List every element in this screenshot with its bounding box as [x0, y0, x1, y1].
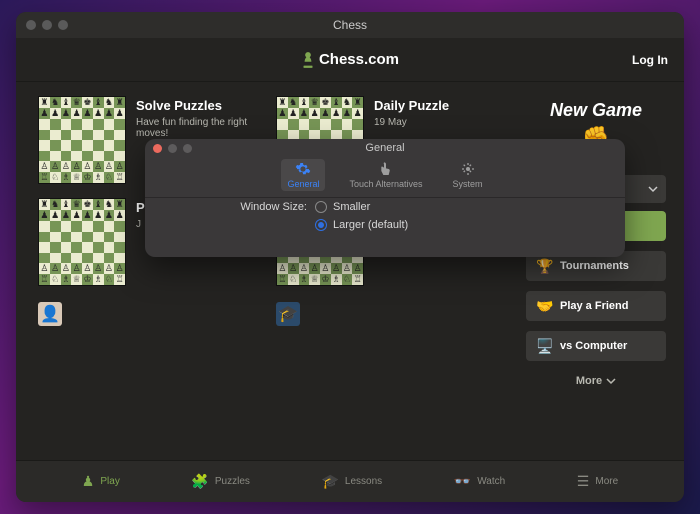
nav-label: Watch: [477, 476, 505, 487]
menu-icon: ☰: [577, 473, 590, 490]
avatar: 👤: [38, 302, 62, 326]
app-window: Chess Chess.com Log In ♜♞♝♛♚♝♞♜♟♟♟♟♟♟♟♟♙…: [16, 12, 684, 502]
pawn-icon: [301, 51, 315, 69]
radio-checked-icon: [315, 219, 327, 231]
nav-more[interactable]: ☰ More: [577, 473, 618, 490]
chevron-down-icon: [606, 376, 616, 386]
chevron-down-icon: [648, 184, 658, 194]
brand-logo[interactable]: Chess.com: [301, 51, 399, 69]
window-size-larger-option[interactable]: Larger (default): [315, 219, 625, 231]
window-title: Chess: [16, 18, 684, 32]
brand-text: Chess.com: [319, 51, 399, 68]
new-game-heading: New Game: [526, 100, 666, 121]
chessboard-thumb: ♜♞♝♛♚♝♞♜♟♟♟♟♟♟♟♟♙♙♙♙♙♙♙♙♖♘♗♕♔♗♘♖: [38, 96, 126, 184]
card-subtitle: J: [136, 219, 145, 230]
tab-label: Touch Alternatives: [349, 179, 422, 189]
option-label: Larger (default): [333, 219, 408, 231]
nav-label: Puzzles: [215, 476, 250, 487]
prefs-tabs: General Touch Alternatives System: [145, 159, 625, 198]
nav-puzzles[interactable]: 🧩 Puzzles: [191, 473, 249, 490]
titlebar: Chess: [16, 12, 684, 38]
prefs-tab-general[interactable]: General: [281, 159, 325, 191]
play-friend-button[interactable]: 🤝 Play a Friend: [526, 291, 666, 321]
preferences-window: General General Touch Alternatives Syste…: [145, 139, 625, 257]
button-label: vs Computer: [560, 340, 627, 352]
trophy-icon: 🏆: [536, 258, 552, 275]
window-size-smaller-option[interactable]: Smaller: [315, 201, 625, 213]
system-icon: [460, 161, 476, 177]
nav-label: More: [595, 476, 618, 487]
prefs-tab-touch[interactable]: Touch Alternatives: [343, 159, 428, 191]
option-label: Smaller: [333, 201, 370, 213]
more-label: More: [576, 375, 602, 387]
pawn-icon: ♟: [82, 473, 95, 490]
card-title: Solve Puzzles: [136, 98, 260, 113]
vs-computer-button[interactable]: 🖥️ vs Computer: [526, 331, 666, 361]
card-subtitle: 19 May: [374, 117, 449, 128]
graduation-icon: 🎓: [321, 473, 338, 490]
card-title: P: [136, 200, 145, 215]
bottom-nav: ♟ Play 🧩 Puzzles 🎓 Lessons 👓 Watch ☰ Mor…: [16, 460, 684, 502]
nav-label: Play: [100, 476, 119, 487]
handshake-icon: 🤝: [536, 298, 552, 315]
button-label: Tournaments: [560, 260, 629, 272]
puzzle-icon: 🧩: [191, 473, 208, 490]
tab-label: System: [453, 179, 483, 189]
login-button[interactable]: Log In: [632, 53, 668, 67]
nav-watch[interactable]: 👓 Watch: [454, 473, 505, 490]
prefs-title: General: [145, 139, 625, 157]
gear-icon: [295, 161, 311, 177]
tab-label: General: [287, 179, 319, 189]
radio-unchecked-icon: [315, 201, 327, 213]
nav-lessons[interactable]: 🎓 Lessons: [321, 473, 382, 490]
avatar: 🎓: [276, 302, 300, 326]
nav-play[interactable]: ♟ Play: [82, 473, 120, 490]
prefs-tab-system[interactable]: System: [447, 159, 489, 191]
monitor-icon: 🖥️: [536, 338, 552, 355]
touch-icon: [378, 161, 394, 177]
more-link[interactable]: More: [526, 375, 666, 387]
binoculars-icon: 👓: [454, 473, 471, 490]
nav-label: Lessons: [345, 476, 382, 487]
card-title: Daily Puzzle: [374, 98, 449, 113]
header-bar: Chess.com Log In: [16, 38, 684, 82]
chessboard-thumb: ♜♞♝♛♚♝♞♜♟♟♟♟♟♟♟♟♙♙♙♙♙♙♙♙♖♘♗♕♔♗♘♖: [38, 198, 126, 286]
window-size-label: Window Size:: [145, 201, 315, 213]
card-subtitle: Have fun finding the right moves!: [136, 117, 260, 139]
button-label: Play a Friend: [560, 300, 628, 312]
